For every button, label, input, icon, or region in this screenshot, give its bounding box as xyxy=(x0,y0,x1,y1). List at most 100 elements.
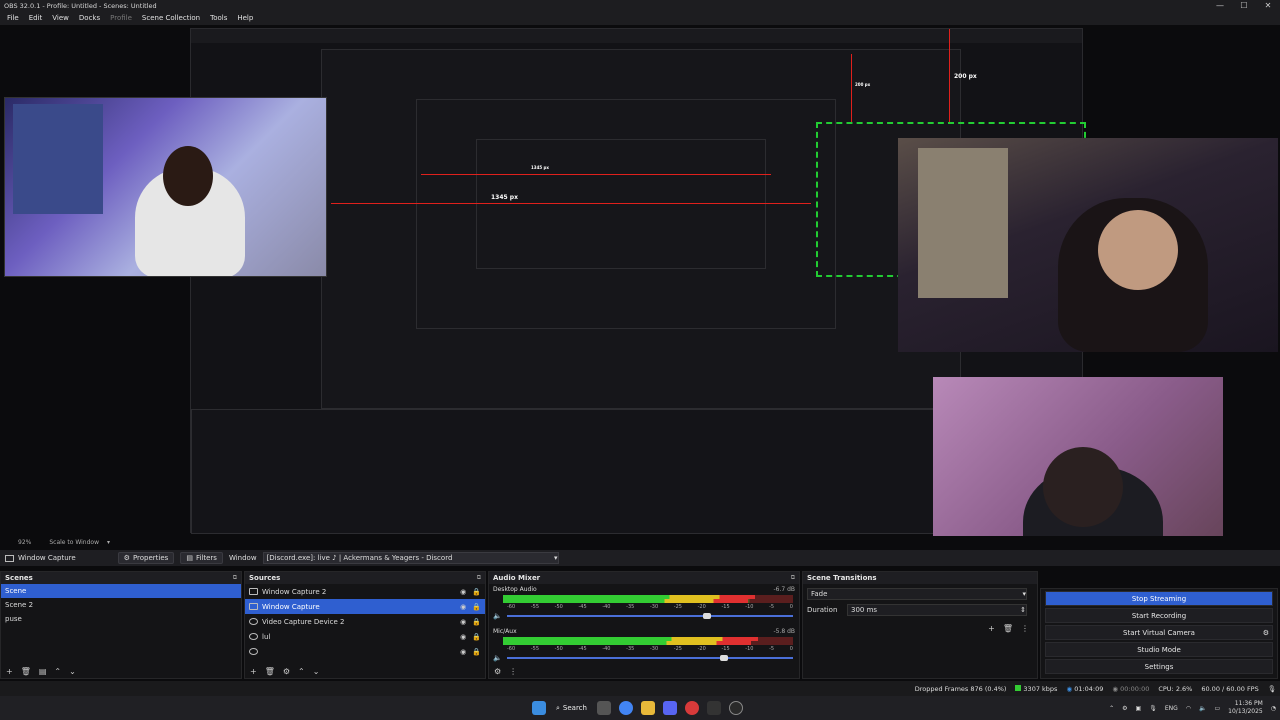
start-recording-button[interactable]: Start Recording xyxy=(1045,608,1273,623)
dock-float-icon[interactable]: ⧉ xyxy=(791,574,795,582)
search-icon: ⌕ xyxy=(556,703,560,712)
mixer-dock-header: Audio Mixer ⧉ xyxy=(489,572,799,584)
trash-icon[interactable]: 🗑 xyxy=(21,667,31,676)
menu-profile[interactable]: Profile xyxy=(105,14,137,22)
menu-view[interactable]: View xyxy=(47,14,74,22)
app-icon[interactable] xyxy=(684,701,699,715)
app-tray-icon[interactable]: ▣ xyxy=(1136,705,1142,712)
source-item[interactable]: ◉ 🔒 xyxy=(245,644,485,659)
clock[interactable]: 11:36 PM 10/13/2025 xyxy=(1228,700,1263,716)
wifi-icon[interactable]: ◠ xyxy=(1186,705,1191,712)
eye-icon[interactable]: ◉ xyxy=(460,633,466,641)
eye-icon[interactable]: ◉ xyxy=(460,603,466,611)
volume-knob[interactable] xyxy=(720,655,729,661)
down-arrow-icon[interactable]: ⌄ xyxy=(313,667,320,676)
menu-docks[interactable]: Docks xyxy=(74,14,105,22)
chevron-down-icon[interactable]: ▾ xyxy=(107,539,110,546)
mic-tray-icon[interactable]: 🎙 xyxy=(1149,705,1157,712)
meter-fill xyxy=(503,599,748,603)
studio-mode-button[interactable]: Studio Mode xyxy=(1045,642,1273,657)
more-icon[interactable]: ⋮ xyxy=(1021,624,1029,633)
menu-scene-collection[interactable]: Scene Collection xyxy=(137,14,205,22)
volume-slider[interactable] xyxy=(507,655,793,661)
volume-knob[interactable] xyxy=(703,613,712,619)
source-label: lul xyxy=(262,632,271,641)
search-label: Search xyxy=(562,704,587,712)
dock-float-icon[interactable]: ⧉ xyxy=(233,574,237,582)
lock-icon[interactable]: 🔒 xyxy=(472,603,481,611)
filters-button[interactable]: ▤ Filters xyxy=(180,552,223,564)
add-icon[interactable]: + xyxy=(250,667,257,676)
gear-icon[interactable]: ⚙ xyxy=(283,667,290,676)
source-item[interactable]: Video Capture Device 2 ◉ 🔒 xyxy=(245,614,485,629)
source-item[interactable]: lul ◉ 🔒 xyxy=(245,629,485,644)
minimize-button[interactable]: — xyxy=(1208,0,1232,11)
more-icon[interactable]: ⋮ xyxy=(509,667,517,676)
up-arrow-icon[interactable]: ⌃ xyxy=(54,667,61,676)
speaker-icon[interactable]: 🔈 xyxy=(493,612,503,620)
app-icon-2[interactable] xyxy=(706,701,721,715)
webcam-left xyxy=(4,97,327,277)
preview-canvas[interactable]: 200 px 200 px 1345 px 1345 px xyxy=(0,25,1280,536)
chevron-up-icon[interactable]: ⌃ xyxy=(1109,705,1114,712)
transition-select[interactable]: Fade ▾ xyxy=(807,588,1027,600)
language-indicator[interactable]: ENG xyxy=(1165,705,1178,712)
volume-meter xyxy=(503,595,793,603)
lock-icon[interactable]: 🔒 xyxy=(472,648,481,656)
taskbar-search[interactable]: ⌕ Search xyxy=(556,704,587,713)
lock-icon[interactable]: 🔒 xyxy=(472,633,481,641)
scale-mode[interactable]: Scale to Window xyxy=(49,539,99,546)
gear-icon[interactable]: ⚙ xyxy=(494,667,501,676)
scene-item[interactable]: Scene xyxy=(1,584,241,598)
notification-icon[interactable]: ◔ xyxy=(1271,705,1276,712)
window-select[interactable]: [Discord.exe]: live ♪ | Ackermans & Yeag… xyxy=(262,552,559,564)
menu-edit[interactable]: Edit xyxy=(24,14,48,22)
filter-icon[interactable]: ▤ xyxy=(39,667,47,676)
scale-tick: -45 xyxy=(578,646,587,652)
system-tray: ⌃ ⚙ ▣ 🎙 ENG ◠ 🔈 ▭ 11:36 PM 10/13/2025 ◔ xyxy=(1101,696,1276,720)
dock-float-icon[interactable]: ⧉ xyxy=(477,574,481,582)
settings-tray-icon[interactable]: ⚙ xyxy=(1122,705,1127,712)
add-icon[interactable]: + xyxy=(988,624,995,633)
source-item[interactable]: Window Capture ◉ 🔒 xyxy=(245,599,485,614)
volume-slider[interactable] xyxy=(507,613,793,619)
trash-icon[interactable]: 🗑 xyxy=(1003,624,1013,633)
settings-button[interactable]: Settings xyxy=(1045,659,1273,674)
trash-icon[interactable]: 🗑 xyxy=(265,667,275,676)
zoom-value[interactable]: 92% xyxy=(18,539,31,546)
eye-icon[interactable]: ◉ xyxy=(460,618,466,626)
eye-icon[interactable]: ◉ xyxy=(460,648,466,656)
scene-item[interactable]: puse xyxy=(1,612,241,626)
start-virtual-camera-button[interactable]: Start Virtual Camera ⚙ xyxy=(1045,625,1273,640)
scenes-title: Scenes xyxy=(5,574,33,582)
microphone-icon[interactable]: 🎙 xyxy=(1268,685,1276,693)
duration-input[interactable]: 300 ms ⇕ xyxy=(847,604,1027,616)
discord-icon[interactable] xyxy=(662,701,677,715)
eye-icon[interactable]: ◉ xyxy=(460,588,466,596)
chrome-icon[interactable] xyxy=(618,701,633,715)
gear-icon[interactable]: ⚙ xyxy=(1263,629,1269,637)
guide-line-vertical xyxy=(949,29,950,124)
battery-icon[interactable]: ▭ xyxy=(1214,705,1220,712)
add-icon[interactable]: + xyxy=(6,667,13,676)
lock-icon[interactable]: 🔒 xyxy=(472,588,481,596)
source-item[interactable]: Window Capture 2 ◉ 🔒 xyxy=(245,584,485,599)
menu-tools[interactable]: Tools xyxy=(205,14,232,22)
stop-streaming-button[interactable]: Stop Streaming xyxy=(1045,591,1273,606)
windows-start-icon[interactable] xyxy=(532,701,546,715)
menu-file[interactable]: File xyxy=(2,14,24,22)
down-arrow-icon[interactable]: ⌄ xyxy=(69,667,76,676)
file-explorer-icon[interactable] xyxy=(640,701,655,715)
speaker-icon[interactable]: 🔈 xyxy=(493,654,503,662)
scene-item[interactable]: Scene 2 xyxy=(1,598,241,612)
task-view-icon[interactable] xyxy=(596,701,611,715)
close-button[interactable]: ✕ xyxy=(1256,0,1280,11)
volume-icon[interactable]: 🔈 xyxy=(1199,705,1206,712)
lock-icon[interactable]: 🔒 xyxy=(472,618,481,626)
scenes-dock-header: Scenes ⧉ xyxy=(1,572,241,584)
maximize-button[interactable]: ☐ xyxy=(1232,0,1256,11)
properties-button[interactable]: ⚙ Properties xyxy=(117,552,175,564)
menu-help[interactable]: Help xyxy=(232,14,258,22)
up-arrow-icon[interactable]: ⌃ xyxy=(298,667,305,676)
obs-icon[interactable] xyxy=(728,701,743,715)
